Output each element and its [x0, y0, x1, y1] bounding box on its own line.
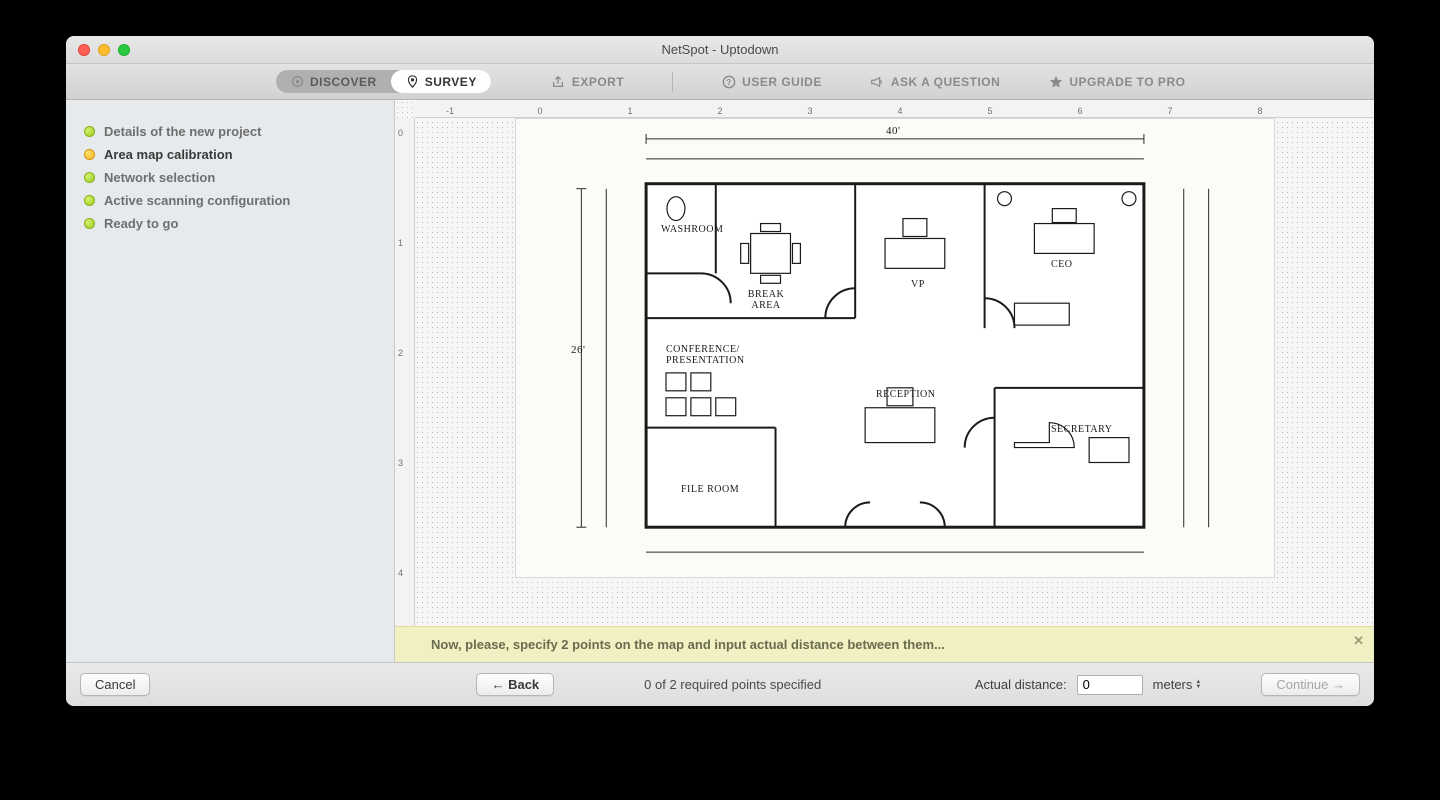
- step-dot-icon: [84, 218, 95, 229]
- horizontal-ruler: -1 0 1 2 3 4 5 6 7 8: [415, 100, 1374, 118]
- svg-text:?: ?: [726, 78, 731, 87]
- export-label: EXPORT: [572, 75, 624, 89]
- unit-selector[interactable]: meters ▲▼: [1153, 677, 1202, 692]
- step-label: Ready to go: [104, 216, 178, 231]
- step-label: Network selection: [104, 170, 215, 185]
- step-details[interactable]: Details of the new project: [84, 120, 376, 143]
- window-title: NetSpot - Uptodown: [66, 42, 1374, 57]
- ask-label: ASK A QUESTION: [891, 75, 1000, 89]
- distance-row: Actual distance: meters ▲▼: [975, 675, 1201, 695]
- star-icon: [1048, 74, 1063, 89]
- titlebar: NetSpot - Uptodown: [66, 36, 1374, 64]
- megaphone-icon: [870, 74, 885, 89]
- main-panel: -1 0 1 2 3 4 5 6 7 8 0 1 2 3 4: [395, 100, 1374, 662]
- user-guide-button[interactable]: ? USER GUIDE: [721, 74, 822, 89]
- height-dimension-label: 26': [571, 344, 585, 356]
- back-button[interactable]: ← Back: [476, 673, 554, 696]
- ask-question-button[interactable]: ASK A QUESTION: [870, 74, 1000, 89]
- room-label-ceo: CEO: [1051, 259, 1073, 270]
- survey-tab-label: SURVEY: [425, 75, 477, 89]
- floorplan-image[interactable]: Washroom Break Area VP CEO Conference/ P…: [515, 118, 1275, 578]
- survey-tab[interactable]: SURVEY: [391, 70, 491, 93]
- width-dimension-label: 40': [886, 125, 900, 137]
- vertical-ruler: 0 1 2 3 4: [395, 118, 415, 662]
- room-label-reception: Reception: [876, 389, 936, 400]
- survey-icon: [405, 74, 420, 89]
- step-calibration[interactable]: Area map calibration: [84, 143, 376, 166]
- unit-stepper-icon: ▲▼: [1195, 680, 1201, 690]
- discover-tab-label: DISCOVER: [310, 75, 377, 89]
- traffic-lights: [78, 44, 130, 56]
- room-label-vp: VP: [911, 279, 925, 290]
- room-label-conference: Conference/ Presentation: [666, 344, 756, 366]
- export-icon: [551, 74, 566, 89]
- app-window: NetSpot - Uptodown DISCOVER SURVEY: [66, 36, 1374, 706]
- footer-bar: Cancel ← Back 0 of 2 required points spe…: [66, 662, 1374, 706]
- upgrade-button[interactable]: UPGRADE TO PRO: [1048, 74, 1185, 89]
- hint-banner: Now, please, specify 2 points on the map…: [395, 626, 1374, 662]
- body: Details of the new project Area map cali…: [66, 100, 1374, 662]
- distance-input[interactable]: [1077, 675, 1143, 695]
- step-dot-icon: [84, 126, 95, 137]
- maximize-window-button[interactable]: [118, 44, 130, 56]
- wizard-sidebar: Details of the new project Area map cali…: [66, 100, 395, 662]
- discover-tab[interactable]: DISCOVER: [276, 70, 391, 93]
- step-dot-icon: [84, 172, 95, 183]
- discover-icon: [290, 74, 305, 89]
- upgrade-label: UPGRADE TO PRO: [1069, 75, 1185, 89]
- hint-text: Now, please, specify 2 points on the map…: [431, 637, 945, 652]
- step-label: Area map calibration: [104, 147, 233, 162]
- step-dot-icon: [84, 149, 95, 160]
- toolbar-links: EXPORT ? USER GUIDE ASK A QUESTION UPGRA…: [551, 72, 1186, 92]
- step-ready[interactable]: Ready to go: [84, 212, 376, 235]
- toolbar: DISCOVER SURVEY EXPORT ? USER G: [66, 64, 1374, 100]
- room-label-file: File Room: [681, 484, 739, 495]
- step-scanning[interactable]: Active scanning configuration: [84, 189, 376, 212]
- close-hint-button[interactable]: ✕: [1353, 633, 1364, 649]
- minimize-window-button[interactable]: [98, 44, 110, 56]
- unit-label: meters: [1153, 677, 1193, 692]
- room-label-washroom: Washroom: [661, 224, 723, 235]
- room-label-break: Break Area: [741, 289, 791, 311]
- continue-button[interactable]: Continue →: [1261, 673, 1360, 696]
- cancel-button[interactable]: Cancel: [80, 673, 150, 696]
- close-window-button[interactable]: [78, 44, 90, 56]
- step-network[interactable]: Network selection: [84, 166, 376, 189]
- step-label: Active scanning configuration: [104, 193, 290, 208]
- toolbar-separator: [672, 72, 673, 92]
- user-guide-label: USER GUIDE: [742, 75, 822, 89]
- map-canvas[interactable]: -1 0 1 2 3 4 5 6 7 8 0 1 2 3 4: [395, 100, 1374, 662]
- mode-segmented-control: DISCOVER SURVEY: [276, 70, 491, 93]
- export-button[interactable]: EXPORT: [551, 74, 624, 89]
- help-icon: ?: [721, 74, 736, 89]
- step-label: Details of the new project: [104, 124, 261, 139]
- step-dot-icon: [84, 195, 95, 206]
- room-label-secretary: Secretary: [1051, 424, 1113, 435]
- distance-label: Actual distance:: [975, 677, 1067, 692]
- points-status: 0 of 2 required points specified: [644, 677, 821, 692]
